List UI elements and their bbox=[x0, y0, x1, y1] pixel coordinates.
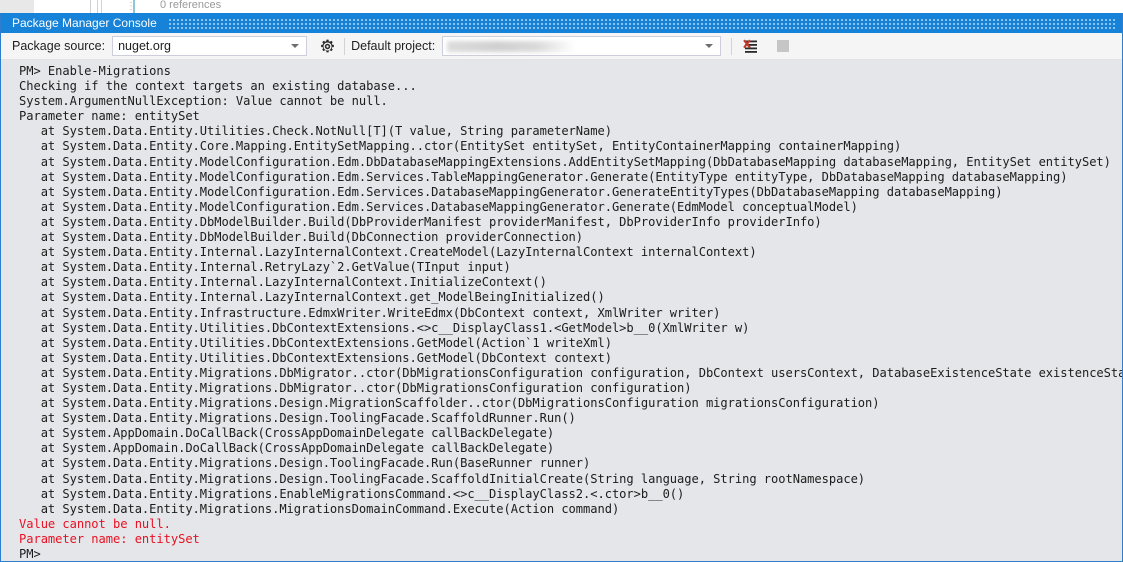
console-line: at System.Data.Entity.Migrations.DbMigra… bbox=[19, 380, 692, 395]
console-line: at System.Data.Entity.Utilities.DbContex… bbox=[19, 335, 612, 350]
default-project-label: Default project: bbox=[351, 39, 436, 53]
editor-indent-guide bbox=[101, 0, 102, 13]
tool-window: Package Manager Console Package source: … bbox=[0, 13, 1123, 562]
console-error-line: Value cannot be null. bbox=[19, 516, 171, 531]
chevron-down-icon bbox=[291, 44, 300, 48]
titlebar-grip bbox=[168, 17, 1116, 29]
console-line: at System.Data.Entity.Migrations.Design.… bbox=[19, 411, 576, 426]
console-line: at System.Data.Entity.ModelConfiguration… bbox=[19, 199, 858, 214]
chevron-down-icon bbox=[705, 44, 714, 48]
console-line: at System.Data.Entity.Migrations.Design.… bbox=[19, 396, 880, 411]
toolbar-separator bbox=[344, 37, 346, 55]
package-manager-console-window: ⋮ 0 references Package Manager Console P… bbox=[0, 0, 1123, 562]
console-line: at System.Data.Entity.Migrations.EnableM… bbox=[19, 486, 685, 501]
console-line: at System.Data.Entity.Infrastructure.Edm… bbox=[19, 305, 721, 320]
console-line: Parameter name: entitySet bbox=[19, 109, 200, 124]
console-line: at System.Data.Entity.Internal.RetryLazy… bbox=[19, 260, 511, 275]
console-line: at System.Data.Entity.Internal.LazyInter… bbox=[19, 275, 547, 290]
console-line: at System.Data.Entity.Core.Mapping.Entit… bbox=[19, 139, 902, 154]
package-source-settings-button[interactable] bbox=[316, 36, 338, 57]
console-line: at System.Data.Entity.ModelConfiguration… bbox=[19, 154, 1111, 169]
editor-current-line-marker bbox=[133, 0, 135, 13]
tool-window-title: Package Manager Console bbox=[12, 16, 157, 30]
console-line: at System.AppDomain.DoCallBack(CrossAppD… bbox=[19, 426, 555, 441]
default-project-value bbox=[447, 40, 576, 52]
console-line: at System.Data.Entity.Utilities.Check.No… bbox=[19, 124, 612, 139]
console-line: at System.Data.Entity.Utilities.DbContex… bbox=[19, 350, 612, 365]
console-line: System.ArgumentNullException: Value cann… bbox=[19, 94, 388, 109]
stop-icon bbox=[777, 40, 790, 52]
console-line: Checking if the context targets an exist… bbox=[19, 79, 417, 94]
package-source-label: Package source: bbox=[12, 39, 106, 53]
console-line: at System.Data.Entity.ModelConfiguration… bbox=[19, 184, 1003, 199]
package-source-dropdown[interactable]: nuget.org bbox=[112, 36, 308, 56]
console-line: at System.Data.Entity.ModelConfiguration… bbox=[19, 169, 1068, 184]
console-line: at System.Data.Entity.Internal.LazyInter… bbox=[19, 245, 757, 260]
codelens-references-label[interactable]: 0 references bbox=[160, 0, 221, 12]
editor-gutter bbox=[0, 0, 34, 13]
console-line: at System.Data.Entity.DbModelBuilder.Bui… bbox=[19, 230, 584, 245]
stop-button[interactable] bbox=[772, 36, 794, 57]
console-output[interactable]: PM> Enable-Migrations Checking if the con… bbox=[1, 60, 1122, 561]
editor-sliver: ⋮ 0 references bbox=[0, 0, 1123, 13]
console-toolbar: Package source: nuget.org Default projec… bbox=[1, 33, 1122, 60]
console-line: PM> bbox=[19, 547, 41, 561]
console-line: at System.Data.Entity.Utilities.DbContex… bbox=[19, 320, 750, 335]
console-line: at System.Data.Entity.Migrations.Migrati… bbox=[19, 501, 620, 516]
package-source-value: nuget.org bbox=[118, 39, 171, 53]
console-line: at System.Data.Entity.DbModelBuilder.Bui… bbox=[19, 214, 822, 229]
console-error-line: Parameter name: entitySet bbox=[19, 531, 200, 546]
console-line: at System.Data.Entity.Migrations.DbMigra… bbox=[19, 365, 1122, 380]
console-line: PM> Enable-Migrations bbox=[19, 64, 171, 78]
tool-window-titlebar[interactable]: Package Manager Console bbox=[1, 13, 1122, 33]
console-line: at System.AppDomain.DoCallBack(CrossAppD… bbox=[19, 441, 555, 456]
console-line: at System.Data.Entity.Migrations.Design.… bbox=[19, 471, 866, 486]
clear-console-icon bbox=[743, 39, 758, 53]
clear-console-button[interactable] bbox=[740, 36, 762, 57]
default-project-dropdown[interactable] bbox=[442, 36, 722, 56]
console-line: at System.Data.Entity.Internal.LazyInter… bbox=[19, 290, 605, 305]
editor-indent-guide bbox=[90, 0, 91, 13]
toolbar-separator bbox=[731, 37, 733, 55]
console-line: at System.Data.Entity.Migrations.Design.… bbox=[19, 456, 591, 471]
gear-icon bbox=[320, 39, 334, 52]
editor-indent-guide bbox=[97, 0, 98, 13]
